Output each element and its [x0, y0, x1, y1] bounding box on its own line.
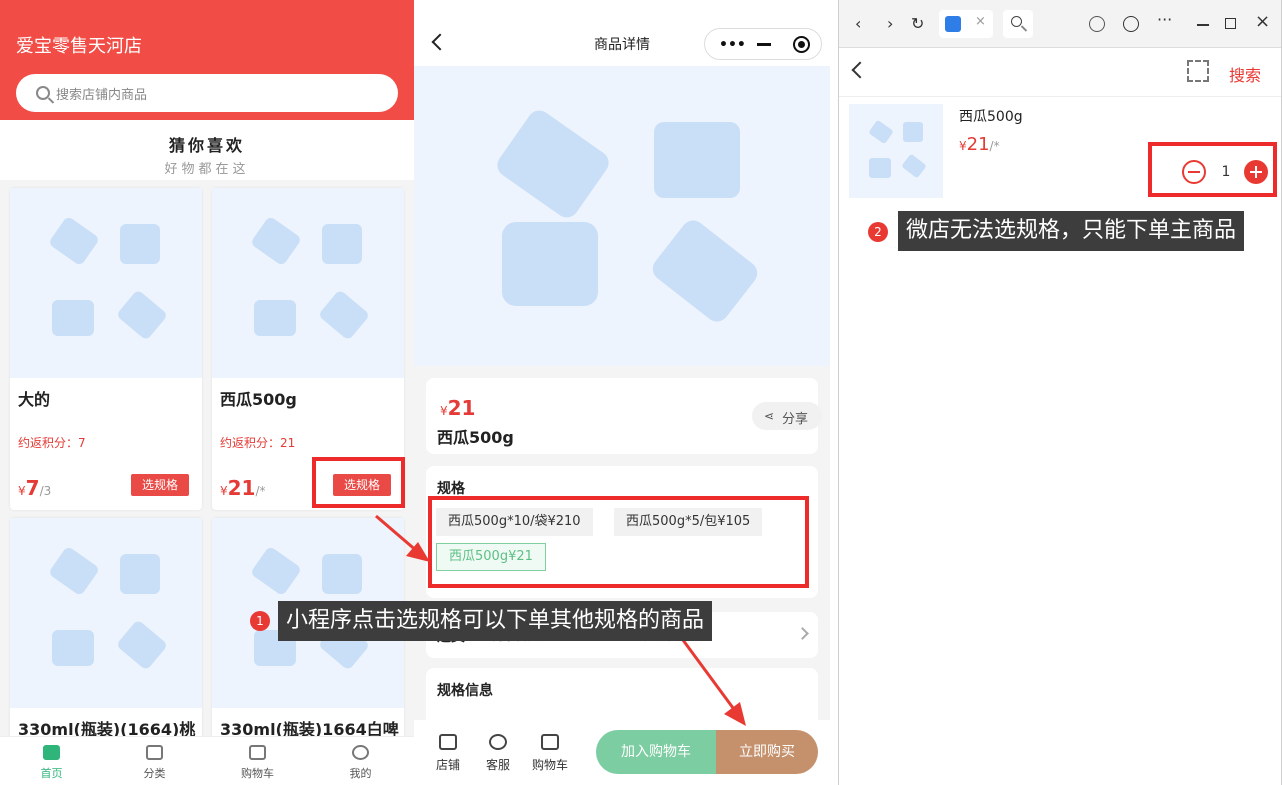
annotation-note-2: 微店无法选规格，只能下单主商品 [898, 211, 1245, 251]
annotation-number-1: 1 [250, 611, 270, 631]
annotation-note-1: 小程序点击选规格可以下单其他规格的商品 [278, 601, 713, 641]
annotation-number-2: 2 [868, 222, 888, 242]
annotation-arrows [375, 514, 746, 726]
arrow-to-buy-now [678, 635, 746, 726]
arrow-to-spec-options [375, 514, 430, 562]
